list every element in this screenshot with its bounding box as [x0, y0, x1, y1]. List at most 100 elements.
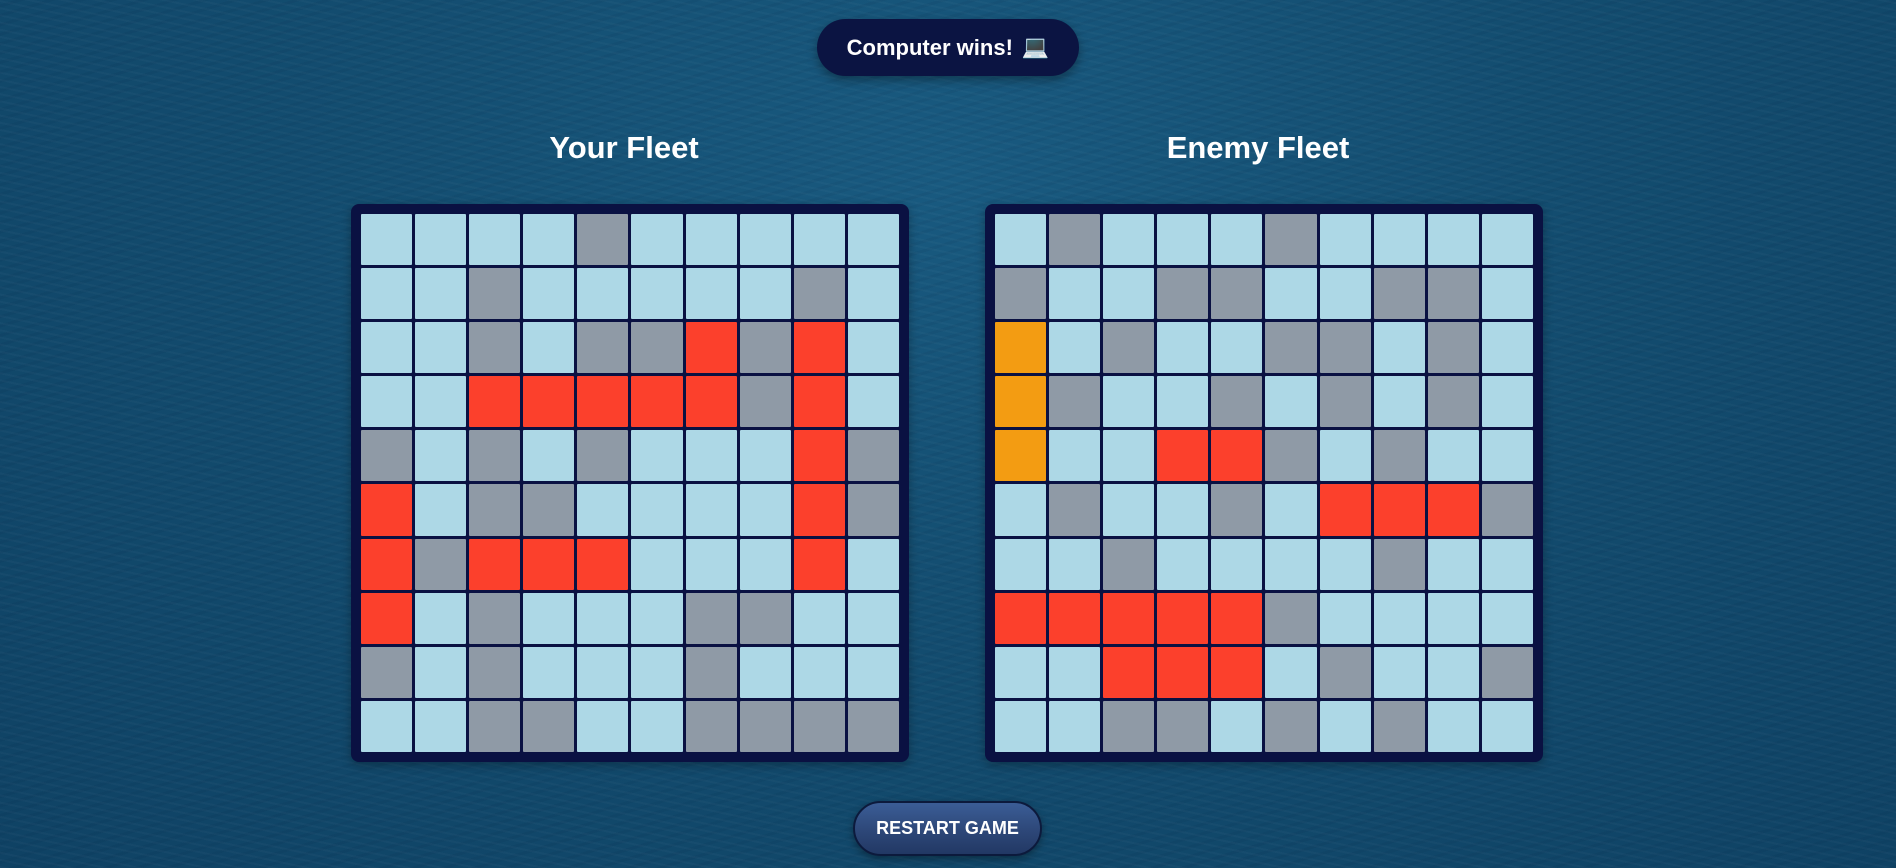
enemy-fleet-cell-water[interactable] — [1265, 646, 1317, 698]
enemy-fleet-cell-water[interactable] — [995, 700, 1047, 752]
enemy-fleet-cell-water[interactable] — [1157, 322, 1209, 374]
enemy-fleet-cell-miss[interactable] — [1049, 376, 1101, 428]
enemy-fleet-cell-water[interactable] — [1049, 700, 1101, 752]
enemy-fleet-cell-miss[interactable] — [1265, 592, 1317, 644]
restart-game-button[interactable]: RESTART GAME — [853, 801, 1042, 856]
enemy-fleet-cell-hit[interactable] — [1427, 484, 1479, 536]
enemy-fleet-cell-sunk[interactable] — [995, 322, 1047, 374]
enemy-fleet-cell-water[interactable] — [1427, 214, 1479, 266]
enemy-fleet-cell-miss[interactable] — [1265, 700, 1317, 752]
enemy-fleet-cell-miss[interactable] — [1319, 322, 1371, 374]
enemy-fleet-cell-miss[interactable] — [1103, 322, 1155, 374]
enemy-fleet-cell-water[interactable] — [1103, 214, 1155, 266]
enemy-fleet-cell-water[interactable] — [995, 214, 1047, 266]
enemy-fleet-cell-water[interactable] — [1211, 538, 1263, 590]
enemy-fleet-cell-water[interactable] — [1049, 538, 1101, 590]
enemy-fleet-cell-water[interactable] — [1373, 214, 1425, 266]
enemy-fleet-cell-water[interactable] — [1481, 430, 1533, 482]
enemy-fleet-cell-water[interactable] — [1373, 322, 1425, 374]
enemy-fleet-cell-hit[interactable] — [1103, 592, 1155, 644]
enemy-fleet-cell-miss[interactable] — [1157, 268, 1209, 320]
enemy-fleet-cell-water[interactable] — [1103, 430, 1155, 482]
enemy-fleet-cell-miss[interactable] — [1427, 268, 1479, 320]
enemy-fleet-cell-water[interactable] — [1427, 646, 1479, 698]
enemy-fleet-cell-miss[interactable] — [1049, 484, 1101, 536]
enemy-fleet-cell-water[interactable] — [1319, 268, 1371, 320]
enemy-fleet-cell-hit[interactable] — [1211, 646, 1263, 698]
enemy-fleet-cell-water[interactable] — [1427, 538, 1479, 590]
enemy-fleet-cell-water[interactable] — [1373, 646, 1425, 698]
enemy-fleet-cell-water[interactable] — [1319, 592, 1371, 644]
enemy-fleet-cell-miss[interactable] — [1319, 376, 1371, 428]
enemy-fleet-cell-miss[interactable] — [1211, 268, 1263, 320]
enemy-fleet-cell-hit[interactable] — [1157, 646, 1209, 698]
enemy-fleet-cell-water[interactable] — [1265, 538, 1317, 590]
enemy-fleet-cell-miss[interactable] — [1049, 214, 1101, 266]
enemy-fleet-cell-miss[interactable] — [1481, 646, 1533, 698]
enemy-fleet-cell-water[interactable] — [1211, 700, 1263, 752]
enemy-fleet-cell-water[interactable] — [1427, 430, 1479, 482]
enemy-fleet-cell-water[interactable] — [1049, 646, 1101, 698]
enemy-fleet-cell-water[interactable] — [1373, 592, 1425, 644]
enemy-fleet-cell-water[interactable] — [1157, 214, 1209, 266]
enemy-fleet-cell-sunk[interactable] — [995, 376, 1047, 428]
enemy-fleet-cell-miss[interactable] — [1319, 646, 1371, 698]
enemy-fleet-cell-sunk[interactable] — [995, 430, 1047, 482]
enemy-fleet-cell-hit[interactable] — [1103, 646, 1155, 698]
enemy-fleet-cell-hit[interactable] — [1157, 592, 1209, 644]
enemy-fleet-cell-water[interactable] — [1319, 700, 1371, 752]
enemy-fleet-cell-water[interactable] — [1103, 484, 1155, 536]
enemy-fleet-cell-water[interactable] — [1049, 268, 1101, 320]
enemy-fleet-cell-water[interactable] — [1157, 376, 1209, 428]
enemy-fleet-cell-water[interactable] — [1481, 268, 1533, 320]
enemy-fleet-cell-water[interactable] — [995, 646, 1047, 698]
enemy-fleet-cell-water[interactable] — [1481, 700, 1533, 752]
enemy-fleet-cell-water[interactable] — [1427, 700, 1479, 752]
enemy-fleet-cell-miss[interactable] — [1211, 376, 1263, 428]
enemy-fleet-cell-hit[interactable] — [1157, 430, 1209, 482]
enemy-fleet-cell-water[interactable] — [1427, 592, 1479, 644]
enemy-fleet-cell-miss[interactable] — [1265, 430, 1317, 482]
enemy-fleet-cell-miss[interactable] — [995, 268, 1047, 320]
enemy-fleet-cell-water[interactable] — [1049, 322, 1101, 374]
enemy-fleet-cell-water[interactable] — [1481, 322, 1533, 374]
enemy-fleet-cell-miss[interactable] — [1427, 322, 1479, 374]
enemy-fleet-cell-water[interactable] — [1481, 376, 1533, 428]
enemy-fleet-cell-water[interactable] — [1373, 376, 1425, 428]
enemy-fleet-cell-water[interactable] — [995, 484, 1047, 536]
enemy-fleet-cell-hit[interactable] — [995, 592, 1047, 644]
enemy-fleet-cell-water[interactable] — [1157, 538, 1209, 590]
enemy-fleet-cell-hit[interactable] — [1319, 484, 1371, 536]
enemy-fleet-cell-miss[interactable] — [1103, 538, 1155, 590]
enemy-fleet-cell-water[interactable] — [1265, 376, 1317, 428]
enemy-fleet-cell-miss[interactable] — [1103, 700, 1155, 752]
enemy-fleet-cell-hit[interactable] — [1211, 430, 1263, 482]
enemy-fleet-cell-miss[interactable] — [1373, 430, 1425, 482]
enemy-fleet-cell-miss[interactable] — [1373, 268, 1425, 320]
enemy-fleet-cell-miss[interactable] — [1481, 484, 1533, 536]
enemy-fleet-cell-miss[interactable] — [1427, 376, 1479, 428]
enemy-fleet-cell-miss[interactable] — [1373, 700, 1425, 752]
enemy-fleet-cell-water[interactable] — [1103, 376, 1155, 428]
enemy-fleet-cell-water[interactable] — [1319, 538, 1371, 590]
enemy-fleet-cell-water[interactable] — [1211, 214, 1263, 266]
enemy-fleet-cell-water[interactable] — [1211, 322, 1263, 374]
enemy-fleet-cell-water[interactable] — [1265, 268, 1317, 320]
enemy-fleet-cell-hit[interactable] — [1049, 592, 1101, 644]
enemy-fleet-cell-miss[interactable] — [1157, 700, 1209, 752]
enemy-fleet-cell-water[interactable] — [1481, 214, 1533, 266]
enemy-fleet-cell-water[interactable] — [995, 538, 1047, 590]
enemy-fleet-cell-water[interactable] — [1157, 484, 1209, 536]
enemy-fleet-cell-miss[interactable] — [1265, 214, 1317, 266]
enemy-fleet-cell-miss[interactable] — [1211, 484, 1263, 536]
enemy-fleet-cell-water[interactable] — [1319, 430, 1371, 482]
enemy-fleet-cell-water[interactable] — [1049, 430, 1101, 482]
enemy-fleet-cell-water[interactable] — [1481, 538, 1533, 590]
enemy-fleet-cell-water[interactable] — [1265, 484, 1317, 536]
enemy-fleet-cell-miss[interactable] — [1265, 322, 1317, 374]
enemy-fleet-cell-water[interactable] — [1481, 592, 1533, 644]
enemy-fleet-cell-hit[interactable] — [1211, 592, 1263, 644]
enemy-fleet-cell-water[interactable] — [1319, 214, 1371, 266]
enemy-fleet-cell-hit[interactable] — [1373, 484, 1425, 536]
enemy-fleet-cell-miss[interactable] — [1373, 538, 1425, 590]
